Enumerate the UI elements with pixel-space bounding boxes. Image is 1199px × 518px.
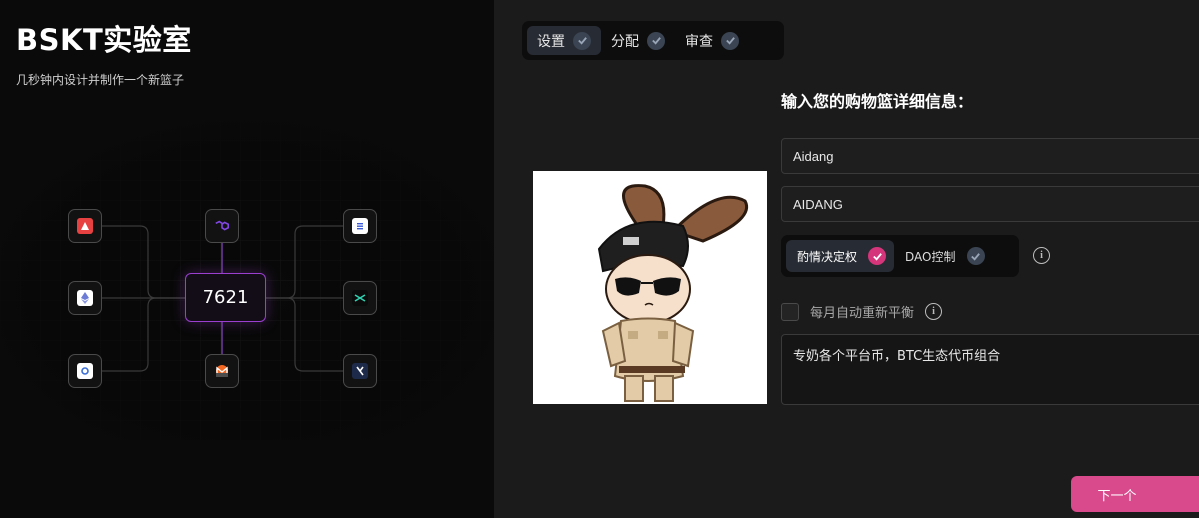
dymension-icon <box>352 290 368 306</box>
rebalance-checkbox[interactable] <box>781 302 799 321</box>
governance-dao-option[interactable]: DAO控制 <box>894 240 992 272</box>
basket-value-box: 7621 <box>185 273 266 322</box>
avalanche-icon <box>77 218 93 234</box>
governance-info-icon[interactable]: i <box>1033 247 1050 264</box>
basket-description-textarea[interactable]: 专奶各个平台币，BTC生态代币组合 <box>781 334 1199 405</box>
basket-symbol-input[interactable]: AIDANG <box>781 186 1199 222</box>
tab-setup-label: 设置 <box>537 33 565 50</box>
rebalance-row: 每月自动重新平衡 i <box>781 302 943 321</box>
check-circle-icon <box>966 247 985 265</box>
governance-discretionary-label: 酌情决定权 <box>797 249 858 264</box>
tab-review[interactable]: 审查 <box>675 26 749 55</box>
governance-discretionary-option[interactable]: 酌情决定权 <box>786 240 895 272</box>
form-title: 输入您的购物篮详细信息： <box>781 92 974 111</box>
sui-icon <box>77 363 93 379</box>
polygon-icon <box>214 218 230 234</box>
next-button[interactable]: 下一个 <box>1071 476 1199 512</box>
monero-icon <box>214 363 230 379</box>
tile-polygon <box>205 209 239 243</box>
solana-icon <box>352 218 368 234</box>
brand-title: BSKT实验室 <box>16 23 192 57</box>
check-circle-icon <box>573 31 591 50</box>
right-panel: 设置 分配 审查 输入您的购物篮详细信息： Aidang AIDANG 酌情决定… <box>494 0 1199 518</box>
ethereum-icon <box>77 290 93 306</box>
tab-setup[interactable]: 设置 <box>527 26 601 55</box>
tab-review-label: 审查 <box>685 33 713 50</box>
basket-name-input[interactable]: Aidang <box>781 138 1199 174</box>
brand-subtitle: 几秒钟内设计并制作一个新篮子 <box>16 73 185 87</box>
xchain-icon <box>352 363 368 379</box>
tab-allocation-label: 分配 <box>611 33 639 50</box>
tile-avalanche <box>68 209 102 243</box>
step-tabs: 设置 分配 审查 <box>522 21 784 60</box>
tile-ethereum <box>68 281 102 315</box>
check-circle-icon <box>647 31 665 50</box>
rebalance-info-icon[interactable]: i <box>925 303 943 320</box>
tile-solana <box>343 209 377 243</box>
check-circle-icon <box>721 31 739 50</box>
tile-sui <box>68 354 102 388</box>
check-circle-icon <box>868 247 887 265</box>
tile-xchain <box>343 354 377 388</box>
rebalance-label: 每月自动重新平衡 <box>810 306 915 321</box>
governance-selector: 酌情决定权 DAO控制 <box>781 235 1019 277</box>
tab-allocation[interactable]: 分配 <box>601 26 675 55</box>
basket-avatar-image[interactable] <box>533 171 767 404</box>
tile-monero <box>205 354 239 388</box>
left-panel: BSKT实验室 几秒钟内设计并制作一个新篮子 7621 <box>0 0 494 518</box>
governance-dao-label: DAO控制 <box>905 249 956 264</box>
tile-dymension <box>343 281 377 315</box>
